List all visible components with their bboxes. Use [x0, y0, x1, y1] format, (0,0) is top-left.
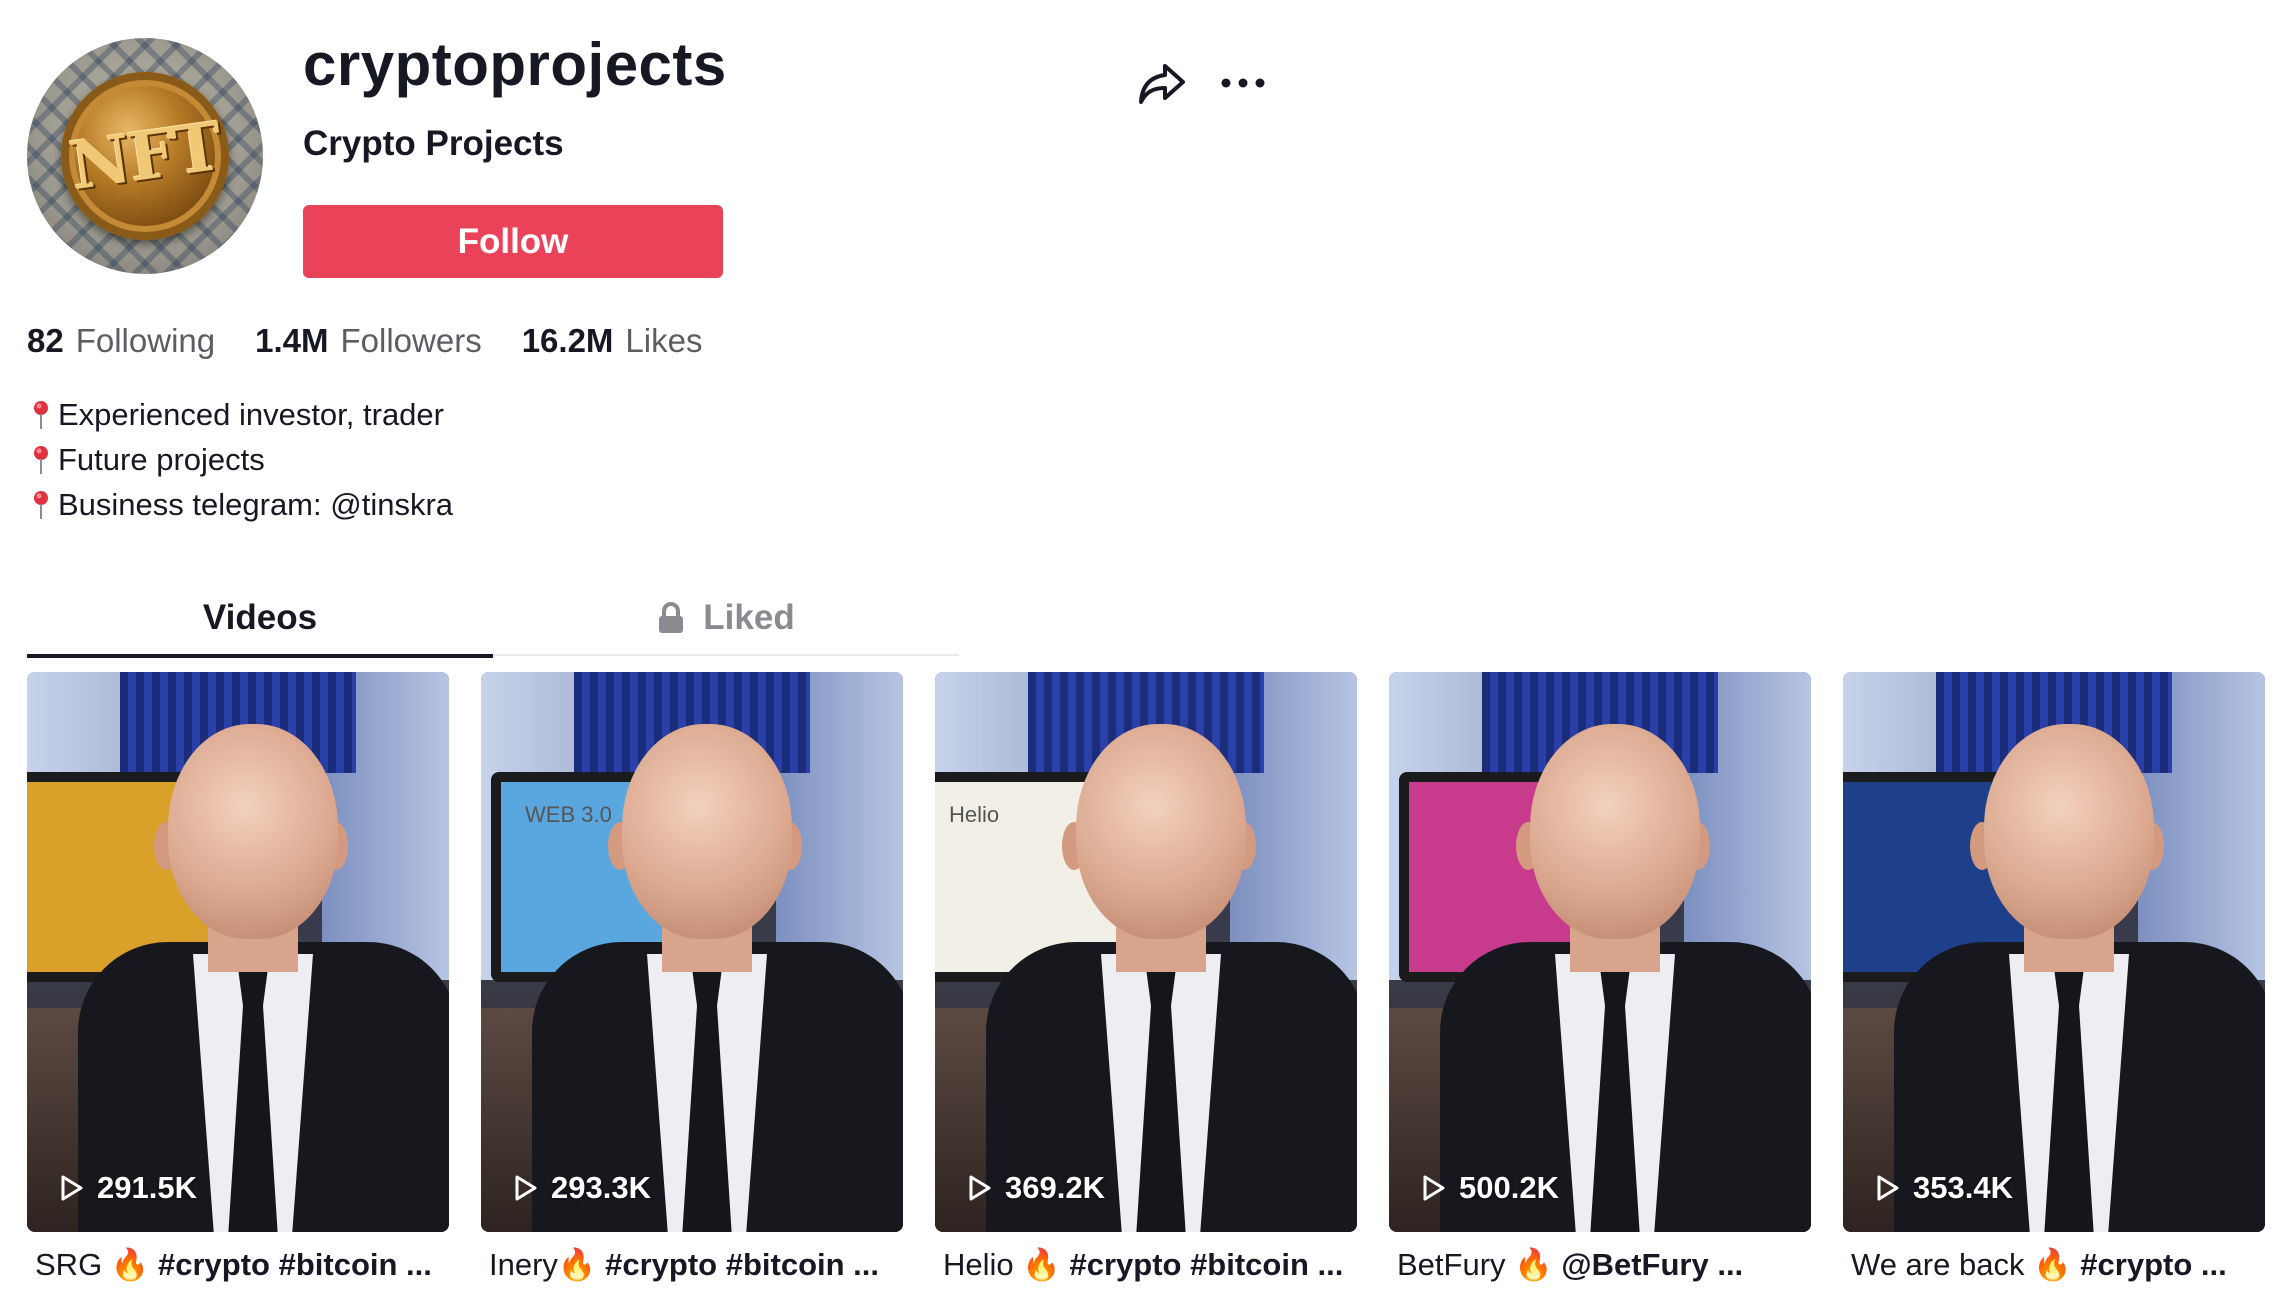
stat-likes: 16.2M Likes — [522, 322, 703, 360]
caption-hashtags[interactable]: @BetFury ... — [1561, 1247, 1743, 1282]
stat-label: Following — [75, 322, 216, 359]
view-count-value: 353.4K — [1913, 1170, 2013, 1205]
video-caption[interactable]: SRG 🔥 #crypto #bitcoin ... — [27, 1246, 449, 1283]
caption-text: We are back 🔥 — [1851, 1247, 2081, 1282]
caption-hashtags[interactable]: #crypto ... — [2080, 1247, 2226, 1282]
view-count: 353.4K — [1875, 1170, 2013, 1206]
pin-icon — [34, 490, 48, 519]
view-count-value: 291.5K — [97, 1170, 197, 1205]
caption-text: SRG 🔥 — [35, 1247, 159, 1282]
video-grid: 291.5K SRG 🔥 #crypto #bitcoin ... WEB 3.… — [27, 672, 2265, 1283]
view-count-value: 500.2K — [1459, 1170, 1559, 1205]
nft-coin-logo: NFT — [61, 72, 229, 240]
view-count: 291.5K — [59, 1170, 197, 1206]
video-thumbnail[interactable]: 353.4K — [1843, 672, 2265, 1232]
play-icon — [61, 1175, 83, 1201]
monitor-screen-label: WEB 3.0 — [525, 802, 612, 827]
stat-value: 16.2M — [521, 322, 614, 359]
video-card[interactable]: 291.5K SRG 🔥 #crypto #bitcoin ... — [27, 672, 449, 1283]
tab-label: Liked — [703, 598, 795, 637]
play-icon — [515, 1175, 537, 1201]
video-thumbnail[interactable]: 500.2K — [1389, 672, 1811, 1232]
stat-followers[interactable]: 1.4M Followers — [255, 322, 482, 360]
bio-text: Experienced investor, trader — [58, 397, 444, 432]
caption-hashtags[interactable]: #crypto #bitcoin ... — [1069, 1247, 1343, 1282]
person-head — [1984, 724, 2154, 939]
play-icon — [1877, 1175, 1899, 1201]
bio-line: Business telegram: @tinskra — [30, 482, 453, 527]
share-icon[interactable] — [1137, 60, 1187, 106]
nickname: Crypto Projects — [303, 124, 564, 163]
caption-text: Inery🔥 — [489, 1247, 606, 1282]
stat-label: Followers — [340, 322, 482, 359]
tab-videos[interactable]: Videos — [27, 580, 493, 658]
username: cryptoprojects — [303, 31, 727, 98]
caption-hashtags[interactable]: #crypto #bitcoin ... — [158, 1247, 432, 1282]
person-head — [622, 724, 792, 939]
follow-button[interactable]: Follow — [303, 205, 723, 278]
play-icon — [1423, 1175, 1445, 1201]
person-head — [1530, 724, 1700, 939]
tab-label: Videos — [202, 598, 318, 637]
video-caption[interactable]: Helio 🔥 #crypto #bitcoin ... — [935, 1246, 1357, 1283]
bio-line: Experienced investor, trader — [30, 392, 453, 437]
stat-label: Likes — [625, 322, 703, 359]
stat-value: 82 — [27, 322, 64, 359]
bio-line: Future projects — [30, 437, 453, 482]
stat-value: 1.4M — [255, 322, 329, 359]
caption-text: Helio 🔥 — [943, 1247, 1070, 1282]
pin-icon — [34, 445, 48, 474]
bio: Experienced investor, trader Future proj… — [30, 392, 453, 527]
lock-icon — [659, 602, 684, 633]
video-card[interactable]: Helio 369.2K Helio 🔥 #crypto #bitcoin ..… — [935, 672, 1357, 1283]
view-count: 369.2K — [967, 1170, 1105, 1206]
view-count: 500.2K — [1421, 1170, 1559, 1206]
monitor-screen-label: Helio — [949, 802, 1000, 827]
video-card[interactable]: 500.2K BetFury 🔥 @BetFury ... — [1389, 672, 1811, 1283]
profile-tabs: Videos Liked — [27, 580, 959, 658]
view-count-value: 369.2K — [1005, 1170, 1105, 1205]
view-count-value: 293.3K — [551, 1170, 651, 1205]
caption-hashtags[interactable]: #crypto #bitcoin ... — [605, 1247, 879, 1282]
tab-liked[interactable]: Liked — [493, 580, 959, 656]
video-card[interactable]: 353.4K We are back 🔥 #crypto ... — [1843, 672, 2265, 1283]
caption-text: BetFury 🔥 — [1397, 1247, 1562, 1282]
stat-following[interactable]: 82 Following — [27, 322, 215, 360]
video-thumbnail[interactable]: Helio 369.2K — [935, 672, 1357, 1232]
pin-icon — [34, 400, 48, 429]
video-caption[interactable]: Inery🔥 #crypto #bitcoin ... — [481, 1246, 903, 1283]
video-card[interactable]: WEB 3.0 293.3K Inery🔥 #crypto #bitcoin .… — [481, 672, 903, 1283]
profile-stats: 82 Following 1.4M Followers 16.2M Likes — [27, 322, 742, 360]
video-caption[interactable]: BetFury 🔥 @BetFury ... — [1389, 1246, 1811, 1283]
video-caption[interactable]: We are back 🔥 #crypto ... — [1843, 1246, 2265, 1283]
bio-text: Future projects — [58, 442, 265, 477]
person-head — [1076, 724, 1246, 939]
more-icon[interactable] — [1218, 62, 1268, 104]
view-count: 293.3K — [513, 1170, 651, 1206]
avatar[interactable]: NFT — [27, 38, 263, 274]
video-thumbnail[interactable]: WEB 3.0 293.3K — [481, 672, 903, 1232]
bio-text: Business telegram: @tinskra — [58, 487, 454, 522]
person-head — [168, 724, 338, 939]
avatar-text: NFT — [65, 106, 225, 206]
video-thumbnail[interactable]: 291.5K — [27, 672, 449, 1232]
play-icon — [969, 1175, 991, 1201]
